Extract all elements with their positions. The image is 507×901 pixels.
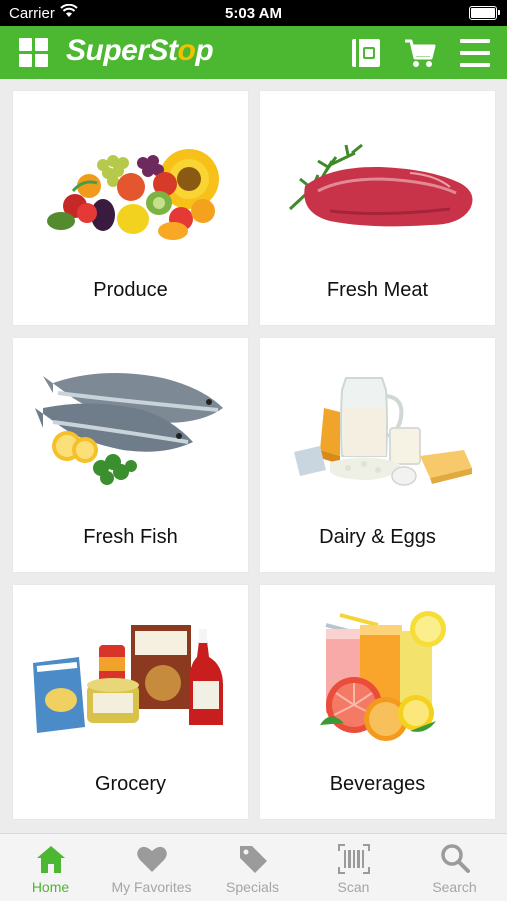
category-label: Fresh Fish: [83, 526, 178, 548]
home-icon: [37, 846, 65, 873]
tab-label: Scan: [337, 879, 370, 895]
category-label: Grocery: [94, 773, 167, 795]
category-tile-beverages[interactable]: Beverages: [260, 585, 495, 819]
battery-icon: [469, 6, 500, 20]
category-tile-produce[interactable]: Produce: [13, 91, 248, 325]
category-tile-fresh-meat[interactable]: Fresh Meat: [260, 91, 495, 325]
fresh-fish-image: [35, 373, 223, 485]
heart-icon: [137, 846, 167, 872]
tab-search[interactable]: Search: [404, 834, 505, 901]
category-label: Beverages: [329, 773, 426, 795]
grid-menu-icon[interactable]: [19, 38, 49, 68]
tab-label: Home: [31, 879, 70, 895]
beverages-image: [320, 611, 446, 741]
tab-label: Specials: [226, 879, 279, 895]
category-label: Produce: [93, 279, 168, 301]
app-header: SuperStop: [0, 26, 507, 79]
loyalty-card-icon[interactable]: [350, 36, 384, 70]
grocery-image: [33, 625, 223, 733]
logo-text-end: p: [195, 34, 214, 67]
status-time: 5:03 AM: [225, 5, 282, 22]
tab-specials[interactable]: Specials: [202, 834, 303, 901]
cart-icon[interactable]: [403, 36, 437, 70]
logo-text: SuperSt: [66, 34, 178, 67]
category-label: Fresh Meat: [326, 279, 429, 301]
search-icon: [441, 844, 470, 873]
tab-my-favorites[interactable]: My Favorites: [101, 834, 202, 901]
category-tile-grocery[interactable]: Grocery: [13, 585, 248, 819]
tab-scan[interactable]: Scan: [303, 834, 404, 901]
tab-label: Search: [432, 879, 477, 895]
category-tile-fresh-fish[interactable]: Fresh Fish: [13, 338, 248, 572]
dairy-eggs-image: [294, 377, 472, 486]
logo-highlight: o: [177, 34, 196, 67]
bottom-tab-bar: Home My Favorites Specials Scan Search: [0, 833, 507, 901]
tab-home[interactable]: Home: [0, 834, 101, 901]
fresh-meat-image: [288, 143, 473, 227]
category-tile-dairy-eggs[interactable]: Dairy & Eggs: [260, 338, 495, 572]
category-label: Dairy & Eggs: [319, 526, 436, 548]
tag-icon: [240, 846, 267, 873]
hamburger-menu-icon[interactable]: [458, 36, 492, 70]
status-bar: Carrier 5:03 AM: [0, 0, 507, 26]
produce-image: [47, 149, 219, 240]
superstop-logo: SuperStop: [66, 34, 214, 68]
tab-label: My Favorites: [111, 879, 192, 895]
barcode-icon: [338, 844, 370, 874]
